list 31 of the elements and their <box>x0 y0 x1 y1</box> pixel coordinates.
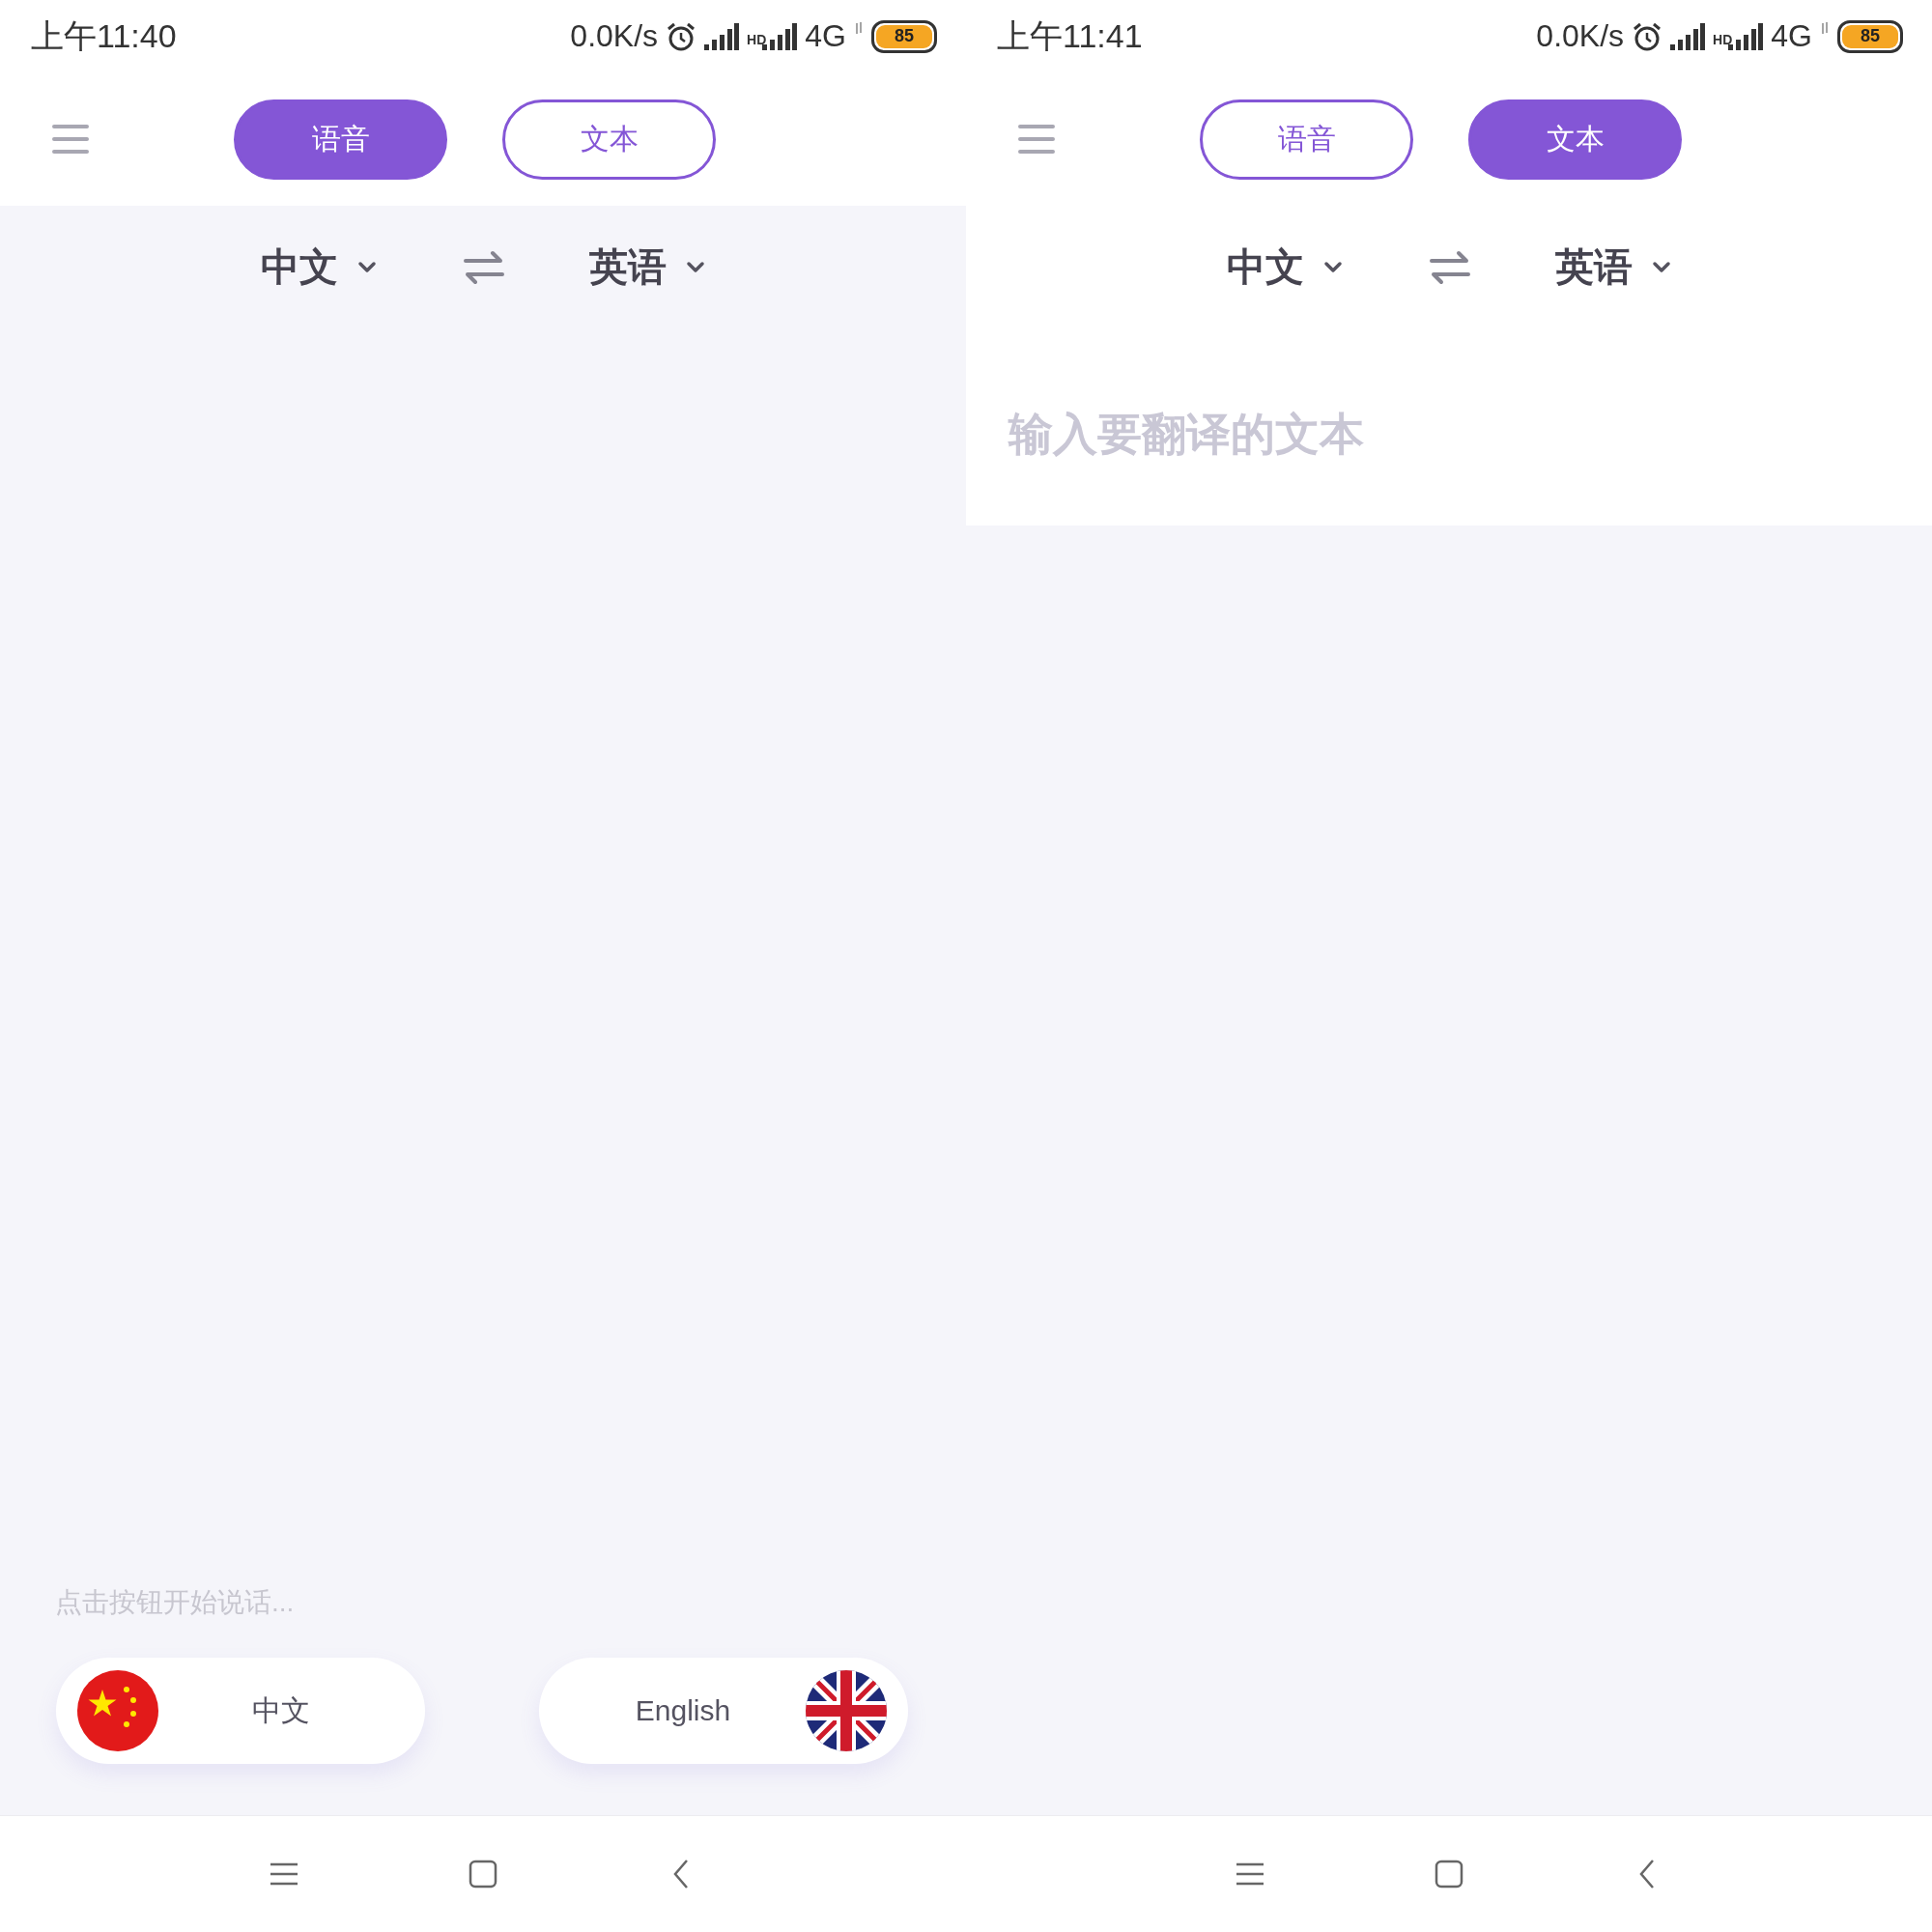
battery-level: 85 <box>876 24 932 48</box>
source-language-dropdown[interactable]: 中文 <box>261 241 377 294</box>
clock: 上午11:40 <box>31 15 177 56</box>
data-arrows-icon <box>1820 21 1830 35</box>
mode-tab[interactable]: 语音 <box>1200 99 1413 180</box>
speak-button[interactable]: English <box>539 1658 908 1764</box>
target-language-dropdown[interactable]: 英语 <box>1555 241 1671 294</box>
chevron-down-icon <box>1652 260 1671 274</box>
mode-tab[interactable]: 语音 <box>234 99 447 180</box>
battery-level: 85 <box>1842 24 1898 48</box>
speak-button[interactable]: 中文 <box>56 1658 425 1764</box>
chevron-down-icon <box>1323 260 1343 274</box>
alarm-icon <box>666 20 697 52</box>
net-speed: 0.0K/s <box>570 18 659 54</box>
hd-label: HD <box>1713 32 1733 47</box>
signal-icon <box>1670 22 1706 50</box>
mode-tab[interactable]: 文本 <box>502 99 716 180</box>
network-type: 4G <box>1771 18 1812 54</box>
target-language-dropdown[interactable]: 英语 <box>589 241 705 294</box>
clock: 上午11:41 <box>997 15 1143 56</box>
mode-tab[interactable]: 文本 <box>1468 99 1682 180</box>
signal-icon <box>704 22 740 50</box>
data-arrows-icon <box>854 21 864 35</box>
source-language-dropdown[interactable]: 中文 <box>1227 241 1343 294</box>
network-type: 4G <box>805 18 846 54</box>
net-speed: 0.0K/s <box>1536 18 1625 54</box>
chevron-down-icon <box>357 260 377 274</box>
flag-icon <box>77 1670 158 1751</box>
hd-label: HD <box>747 32 767 47</box>
alarm-icon <box>1632 20 1663 52</box>
chevron-down-icon <box>686 260 705 274</box>
